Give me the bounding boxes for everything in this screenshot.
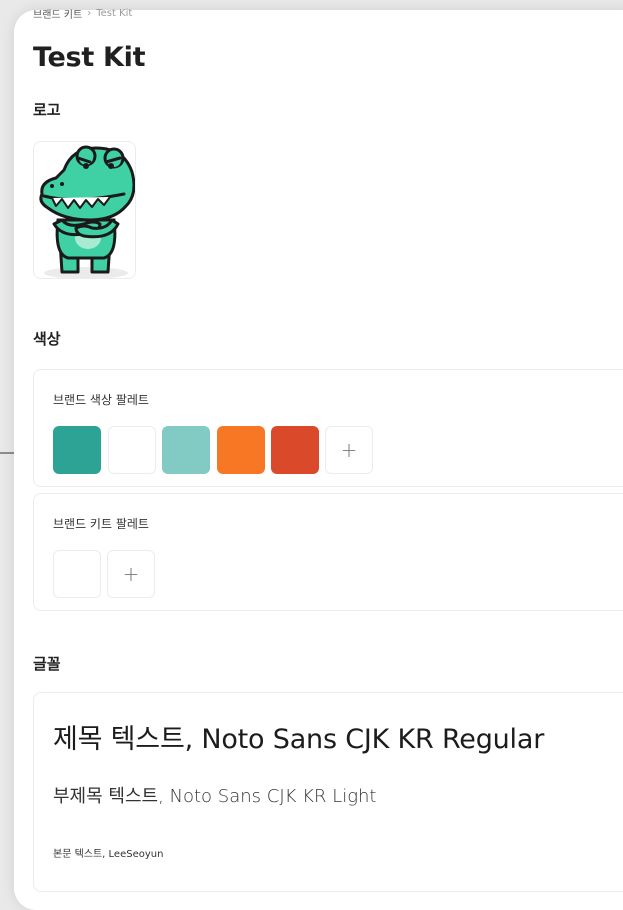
fonts-card[interactable]: 제목 텍스트, Noto Sans CJK KR Regular 부제목 텍스트… xyxy=(33,692,623,892)
breadcrumb-brand-kit[interactable]: 브랜드 키트 xyxy=(33,6,82,21)
colors-section-title: 색상 xyxy=(33,330,61,348)
brand-kit-palette-label: 브랜드 키트 팔레트 xyxy=(53,517,149,531)
background-divider xyxy=(0,452,14,454)
page-title: Test Kit xyxy=(33,42,146,73)
brand-color-swatch[interactable] xyxy=(53,426,101,474)
brand-kit-palette-card: 브랜드 키트 팔레트 + xyxy=(33,493,623,611)
logo-card[interactable] xyxy=(33,141,136,279)
breadcrumb-current: Test Kit xyxy=(96,8,133,19)
brand-color-swatch[interactable] xyxy=(162,426,210,474)
crocodile-mascot-logo xyxy=(39,145,135,278)
brand-color-palette-card: 브랜드 색상 팔레트 + xyxy=(33,369,623,487)
breadcrumb: 브랜드 키트 › Test Kit xyxy=(33,6,132,21)
brand-color-swatch[interactable] xyxy=(271,426,319,474)
subtitle-font-sample: 부제목 텍스트, Noto Sans CJK KR Light xyxy=(53,786,377,807)
add-brand-color-button[interactable]: + xyxy=(325,426,373,474)
title-font-sample: 제목 텍스트, Noto Sans CJK KR Regular xyxy=(53,724,545,755)
breadcrumb-separator: › xyxy=(87,8,92,19)
kit-color-swatch-empty[interactable] xyxy=(53,550,101,598)
logo-section-title: 로고 xyxy=(33,101,61,119)
brand-color-palette-label: 브랜드 색상 팔레트 xyxy=(53,393,149,407)
fonts-section-title: 글꼴 xyxy=(33,655,61,673)
brand-color-swatch[interactable] xyxy=(216,426,265,474)
body-font-sample: 본문 텍스트, LeeSeoyun xyxy=(53,849,164,860)
brand-color-swatch[interactable] xyxy=(107,426,156,474)
add-kit-color-button[interactable]: + xyxy=(107,550,155,598)
